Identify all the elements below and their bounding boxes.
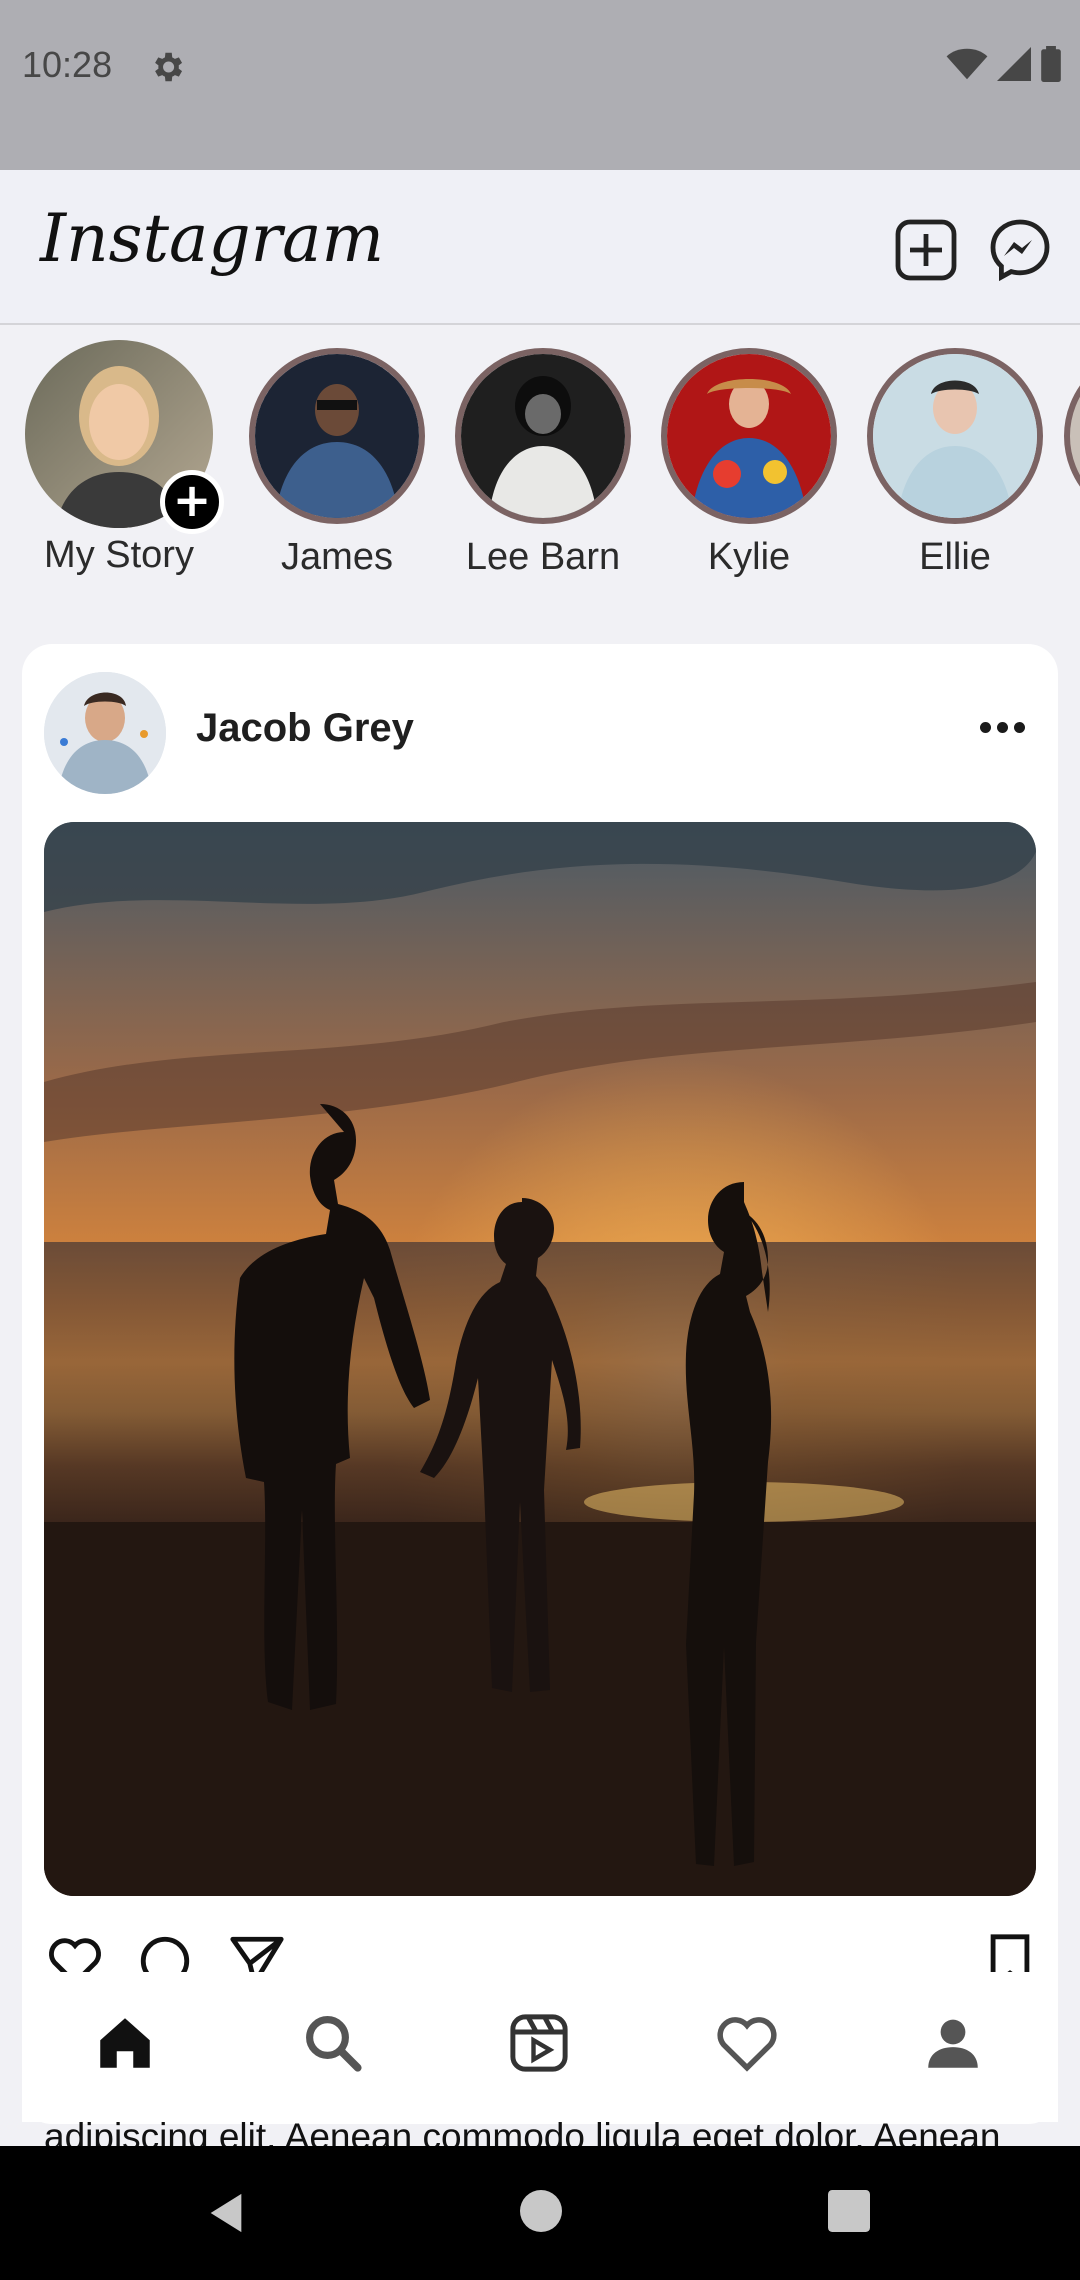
- back-icon[interactable]: [206, 2190, 246, 2236]
- recents-icon[interactable]: [828, 2190, 870, 2232]
- status-time: 10:28: [22, 44, 113, 85]
- activity-heart-icon[interactable]: [714, 2010, 780, 2076]
- story-ellie[interactable]: Ellie: [850, 340, 1060, 579]
- story-james[interactable]: James: [232, 340, 442, 579]
- story-avatar[interactable]: [249, 348, 425, 524]
- story-label: James: [281, 536, 393, 578]
- status-icons: [946, 46, 1062, 82]
- story-partial[interactable]: [1064, 340, 1080, 524]
- story-my-story[interactable]: + My Story: [14, 340, 224, 577]
- post-image[interactable]: [44, 822, 1036, 1896]
- add-story-button[interactable]: +: [160, 470, 224, 534]
- messenger-icon[interactable]: [988, 218, 1052, 282]
- post-username[interactable]: Jacob Grey: [196, 706, 414, 751]
- stories-row: + My Story James Lee Barn Kylie Ellie: [0, 340, 1080, 600]
- home-button-icon[interactable]: [520, 2190, 562, 2232]
- story-label: Kylie: [707, 536, 791, 578]
- cell-signal-icon: [997, 47, 1031, 81]
- profile-icon[interactable]: [920, 2010, 986, 2076]
- reels-icon[interactable]: [506, 2010, 572, 2076]
- settings-gear-icon: [155, 52, 183, 82]
- home-icon[interactable]: [92, 2010, 158, 2076]
- more-options-icon[interactable]: [980, 722, 1028, 742]
- post-card: Jacob Grey adipiscing elit. Aenean commo…: [22, 644, 1058, 2157]
- battery-icon: [1041, 46, 1061, 82]
- instagram-logo: Instagram: [40, 200, 385, 277]
- story-kylie[interactable]: Kylie: [644, 340, 854, 579]
- story-avatar[interactable]: [661, 348, 837, 524]
- status-bar: 10:28: [0, 0, 1080, 170]
- post-author-avatar[interactable]: [44, 672, 166, 794]
- app-bar: Instagram: [0, 170, 1080, 325]
- search-icon[interactable]: [300, 2010, 366, 2076]
- story-avatar[interactable]: [867, 348, 1043, 524]
- story-avatar[interactable]: [455, 348, 631, 524]
- story-label: My Story: [44, 534, 194, 576]
- bottom-navigation: [22, 1972, 1058, 2122]
- story-lee-barn[interactable]: Lee Barn: [438, 340, 648, 579]
- wifi-icon: [946, 48, 988, 80]
- story-label: Lee Barn: [465, 536, 621, 578]
- system-navigation-bar: [0, 2146, 1080, 2280]
- add-post-icon[interactable]: [894, 218, 958, 282]
- story-label: Ellie: [919, 536, 991, 578]
